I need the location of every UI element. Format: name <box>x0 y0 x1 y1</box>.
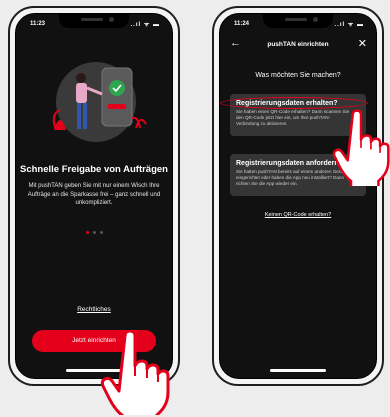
pointing-hand-icon <box>332 109 390 186</box>
navigation-bar: ← pushTAN einrichten ✕ <box>220 34 376 56</box>
nav-title: pushTAN einrichten <box>267 41 329 48</box>
page-dot-active <box>85 231 89 234</box>
pointing-hand-icon <box>100 330 170 415</box>
status-icons: ..ıl ᯤ ▬ <box>334 22 364 28</box>
legal-link[interactable]: Rechtliches <box>16 306 172 313</box>
onboarding-illustration <box>52 62 147 142</box>
phone-frame-right: 11:24 ..ıl ᯤ ▬ ← pushTAN einrichten ✕ Wa… <box>212 6 384 386</box>
screen-right: 11:24 ..ıl ᯤ ▬ ← pushTAN einrichten ✕ Wa… <box>219 13 377 379</box>
page-indicator <box>16 221 172 239</box>
status-icons: ..ıl ᯤ ▬ <box>130 22 160 28</box>
page-dot <box>99 231 103 234</box>
choice-heading: Was möchten Sie machen? <box>255 72 341 79</box>
onboarding-title: Schnelle Freigabe von Aufträgen <box>20 164 168 175</box>
close-icon[interactable]: ✕ <box>358 37 367 50</box>
status-time: 11:24 <box>234 21 250 27</box>
home-indicator <box>270 369 326 372</box>
onboarding-description: Mit pushTAN geben Sie mit nur einem Wisc… <box>27 183 161 206</box>
notch <box>263 14 333 28</box>
status-time: 11:23 <box>30 21 46 27</box>
page-dot <box>92 231 96 234</box>
notch <box>59 14 129 28</box>
no-qr-code-link[interactable]: Keinen QR-Code erhalten? <box>220 212 376 218</box>
phone-frame-left: 11:23 ..ıl ᯤ ▬ Schnelle Freigabe von Auf… <box>8 6 180 386</box>
screen-left: 11:23 ..ıl ᯤ ▬ Schnelle Freigabe von Auf… <box>15 13 173 379</box>
